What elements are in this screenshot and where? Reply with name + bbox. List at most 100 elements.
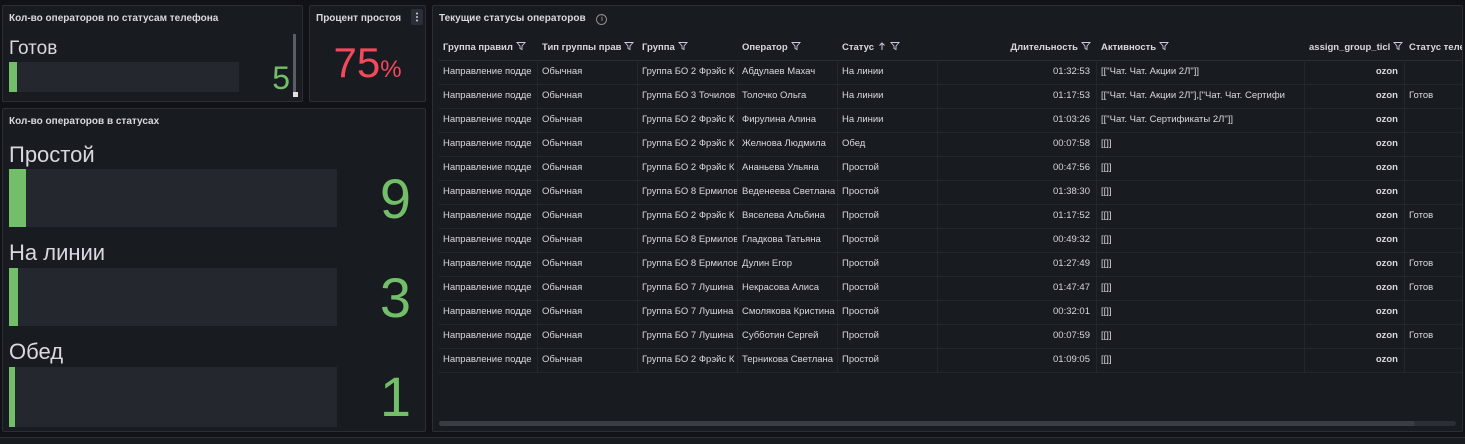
cell-rule-group: Направление подде xyxy=(439,180,538,204)
operator-table-panel: Текущие статусы операторов i Группа прав… xyxy=(432,5,1463,432)
table-row[interactable]: Направление подде Обычная Группа БО 7 Луши… xyxy=(439,300,1462,325)
filter-icon[interactable] xyxy=(621,42,635,53)
table-row[interactable]: Направление подде Обычная Группа БО 2 Фрэй… xyxy=(439,348,1462,373)
table-row[interactable]: Направление подде Обычная Группа БО 2 Фрэй… xyxy=(439,108,1462,133)
horizontal-scrollbar-thumb[interactable] xyxy=(439,421,1416,426)
status-label-lunch: Обед xyxy=(9,339,64,364)
idle-percent-unit: % xyxy=(380,56,402,83)
cell-group: Группа БО 2 Фрэйс К xyxy=(638,132,738,156)
cell-operator: Смолякова Кристина xyxy=(738,300,838,324)
cell-assign-group: ozon xyxy=(1305,84,1405,108)
cell-operator: Веденеева Светлана xyxy=(738,180,838,204)
status-label-idle: Простой xyxy=(9,142,95,167)
status-bar-lunch-fill xyxy=(9,367,16,427)
info-icon[interactable]: i xyxy=(596,14,608,25)
phone-panel-scrollbar[interactable] xyxy=(293,34,296,94)
cell-phone-status xyxy=(1405,228,1462,252)
idle-percent-panel: Процент простоя 75% xyxy=(309,5,426,102)
cell-rule-group: Направление подде xyxy=(439,228,538,252)
cell-duration: 00:49:32 xyxy=(938,228,1097,252)
status-value-online: 3 xyxy=(379,266,411,329)
cell-rule-group: Направление подде xyxy=(439,108,538,132)
header-label: Группа правил xyxy=(443,42,513,53)
phone-status-bar-fill xyxy=(9,62,18,92)
idle-percent-number: 75 xyxy=(333,39,381,86)
panel-menu-icon[interactable] xyxy=(411,9,423,25)
operator-table-title-text: Текущие статусы операторов xyxy=(439,13,586,24)
filter-icon[interactable] xyxy=(887,42,901,53)
cell-duration: 00:47:56 xyxy=(938,156,1097,180)
header-col-status[interactable]: Статус xyxy=(838,36,938,60)
sort-ascending-icon[interactable] xyxy=(874,42,887,53)
filter-icon[interactable] xyxy=(1390,42,1404,53)
header-col-phone-status[interactable]: Статус теле xyxy=(1405,36,1462,60)
table-row[interactable]: Направление подде Обычная Группа БО 2 Фрэй… xyxy=(439,60,1462,85)
cell-group: Группа БО 2 Фрэйс К xyxy=(638,108,738,132)
cell-duration: 01:47:47 xyxy=(938,276,1097,300)
cell-group-type: Обычная xyxy=(538,156,638,180)
operator-status-panel: Кол-во операторов в статусах Простой 9 Н… xyxy=(2,108,426,432)
header-col-rule-group[interactable]: Группа правил xyxy=(439,36,538,60)
filter-icon[interactable] xyxy=(788,42,801,53)
cell-status: Простой xyxy=(838,180,938,204)
cell-group: Группа БО 8 Ермилов xyxy=(638,228,738,252)
header-col-assign-group[interactable]: assign_group_ticl xyxy=(1305,36,1405,60)
status-bar-idle-fill xyxy=(9,169,26,227)
horizontal-scrollbar[interactable] xyxy=(439,421,1456,426)
cell-activity: [[]] xyxy=(1097,228,1305,252)
cell-activity: [[]] xyxy=(1097,324,1305,348)
table-row[interactable]: Направление подде Обычная Группа БО 2 Фрэй… xyxy=(439,132,1462,157)
cell-rule-group: Направление подде xyxy=(439,324,538,348)
table-row[interactable]: Направление подде Обычная Группа БО 7 Луши… xyxy=(439,276,1462,301)
header-col-duration[interactable]: Длительность xyxy=(938,36,1097,60)
cell-rule-group: Направление подде xyxy=(439,60,538,84)
table-row[interactable]: Направление подде Обычная Группа БО 8 Ерми… xyxy=(439,252,1462,277)
cell-group: Группа БО 2 Фрэйс К xyxy=(638,204,738,228)
cell-operator: Субботин Сергей xyxy=(738,324,838,348)
table-row[interactable]: Направление подде Обычная Группа БО 8 Ерми… xyxy=(439,228,1462,253)
table-row[interactable]: Направление подде Обычная Группа БО 3 Точи… xyxy=(439,84,1462,109)
table-row[interactable]: Направление подде Обычная Группа БО 2 Фрэй… xyxy=(439,204,1462,229)
table-row[interactable]: Направление подде Обычная Группа БО 8 Ерми… xyxy=(439,180,1462,205)
cell-duration: 01:27:49 xyxy=(938,252,1097,276)
cell-activity: [[]] xyxy=(1097,300,1305,324)
cell-duration: 00:32:01 xyxy=(938,300,1097,324)
status-label-online: На линии xyxy=(9,240,106,265)
cell-phone-status xyxy=(1405,180,1462,204)
filter-icon[interactable] xyxy=(1156,42,1170,53)
filter-icon[interactable] xyxy=(675,42,688,53)
table-row[interactable]: Направление подде Обычная Группа БО 7 Луши… xyxy=(439,324,1462,349)
cell-assign-group: ozon xyxy=(1305,300,1405,324)
header-col-group[interactable]: Группа xyxy=(638,36,738,60)
cell-rule-group: Направление подде xyxy=(439,132,538,156)
header-col-operator[interactable]: Оператор xyxy=(738,36,838,60)
status-bar-online-fill xyxy=(9,268,18,326)
table-row[interactable]: Направление подде Обычная Группа БО 2 Фрэй… xyxy=(439,156,1462,181)
cell-phone-status: Готов xyxy=(1405,204,1462,228)
resize-handle[interactable] xyxy=(293,92,298,97)
filter-icon[interactable] xyxy=(513,42,526,53)
cell-assign-group: ozon xyxy=(1305,324,1405,348)
cell-group-type: Обычная xyxy=(538,252,638,276)
filter-icon[interactable] xyxy=(1078,42,1091,53)
cell-phone-status: Готов xyxy=(1405,252,1462,276)
header-col-group-type[interactable]: Тип группы прав xyxy=(538,36,638,60)
cell-activity: [[]] xyxy=(1097,180,1305,204)
cell-group: Группа БО 3 Точилов xyxy=(638,84,738,108)
cell-group-type: Обычная xyxy=(538,108,638,132)
status-value-lunch: 1 xyxy=(379,365,411,428)
cell-group-type: Обычная xyxy=(538,180,638,204)
cell-assign-group: ozon xyxy=(1305,348,1405,372)
cell-duration: 01:38:30 xyxy=(938,180,1097,204)
cell-assign-group: ozon xyxy=(1305,276,1405,300)
cell-group-type: Обычная xyxy=(538,300,638,324)
cell-group: Группа БО 2 Фрэйс К xyxy=(638,60,738,84)
cell-duration: 01:17:52 xyxy=(938,204,1097,228)
cell-assign-group: ozon xyxy=(1305,132,1405,156)
cell-rule-group: Направление подде xyxy=(439,252,538,276)
header-label: Группа xyxy=(642,42,675,53)
cell-group-type: Обычная xyxy=(538,228,638,252)
cell-status: Простой xyxy=(838,276,938,300)
cell-assign-group: ozon xyxy=(1305,108,1405,132)
header-col-activity[interactable]: Активность xyxy=(1097,36,1305,60)
